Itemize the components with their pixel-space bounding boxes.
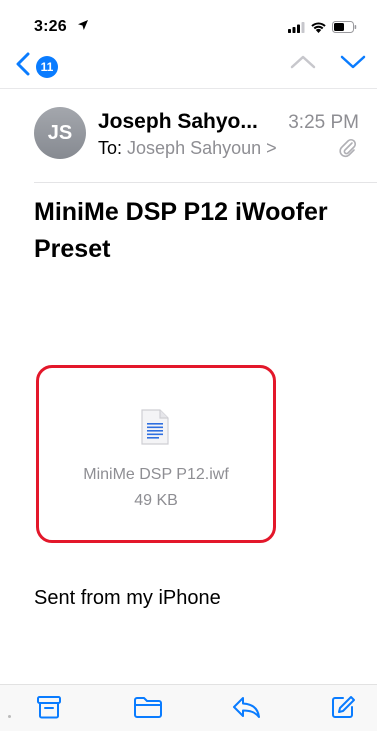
attachment-size: 49 KB <box>134 492 178 509</box>
status-bar: 3:26 <box>0 0 377 48</box>
wifi-icon <box>311 20 326 38</box>
chevron-left-icon <box>16 52 30 81</box>
avatar[interactable]: JS <box>34 107 86 159</box>
bottom-toolbar <box>0 684 377 731</box>
home-indicator <box>8 715 11 718</box>
message-signature: Sent from my iPhone <box>34 587 221 609</box>
header-divider <box>34 182 377 183</box>
paperclip-icon <box>339 138 357 163</box>
message-subject: MiniMe DSP P12 iWoofer Preset <box>34 198 328 263</box>
to-label: To: <box>98 138 123 158</box>
folder-icon[interactable] <box>133 695 163 724</box>
battery-icon <box>332 20 357 38</box>
next-message-button[interactable] <box>340 54 366 75</box>
sender-name[interactable]: Joseph Sahyo... <box>98 110 258 134</box>
signal-icon <box>288 20 305 38</box>
navigation-bar: 11 <box>0 48 377 84</box>
attachment-card[interactable]: MiniMe DSP P12.iwf 49 KB <box>36 365 276 543</box>
status-time: 3:26 <box>34 18 67 35</box>
previous-message-button[interactable] <box>290 54 316 75</box>
location-arrow-icon <box>77 18 89 36</box>
status-indicators <box>288 20 357 38</box>
compose-icon[interactable] <box>330 695 356 724</box>
back-button[interactable]: 11 <box>16 52 58 81</box>
nav-divider <box>0 88 377 89</box>
archive-icon[interactable] <box>36 695 62 724</box>
reply-icon[interactable] <box>231 695 261 724</box>
message-time: 3:25 PM <box>288 112 359 133</box>
recipient-line[interactable]: To: Joseph Sahyoun > <box>98 138 277 159</box>
document-icon <box>140 408 170 451</box>
unread-count-badge: 11 <box>36 55 58 78</box>
recipient-name[interactable]: Joseph Sahyoun > <box>127 138 277 158</box>
attachment-name: MiniMe DSP P12.iwf <box>83 466 229 483</box>
